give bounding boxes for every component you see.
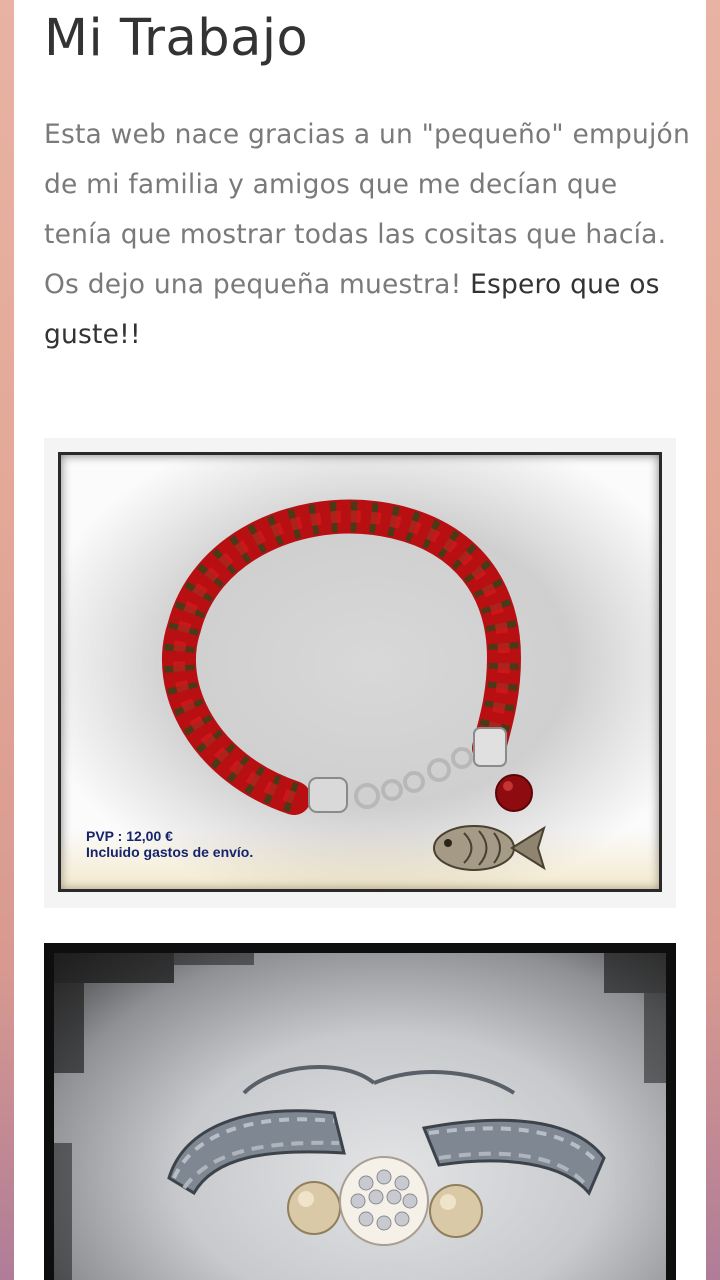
silver-bracelet-illustration [54, 953, 666, 1280]
page-title: Mi Trabajo [44, 9, 309, 68]
shipping-label: Incluido gastos de envío. [86, 844, 254, 860]
gallery-image-red-bracelet[interactable]: PVP : 12,00 € Incluido gastos de envío. [44, 438, 676, 908]
price-label: PVP : 12,00 € [86, 828, 173, 844]
content-card: Mi Trabajo Esta web nace gracias a un "p… [14, 0, 706, 1280]
price-caption: PVP : 12,00 € Incluido gastos de envío. [86, 828, 253, 860]
intro-paragraph: Esta web nace gracias a un "pequeño" emp… [44, 110, 694, 360]
gallery-image-silver-bracelet[interactable] [44, 943, 676, 1280]
red-bracelet-illustration [162, 499, 546, 871]
